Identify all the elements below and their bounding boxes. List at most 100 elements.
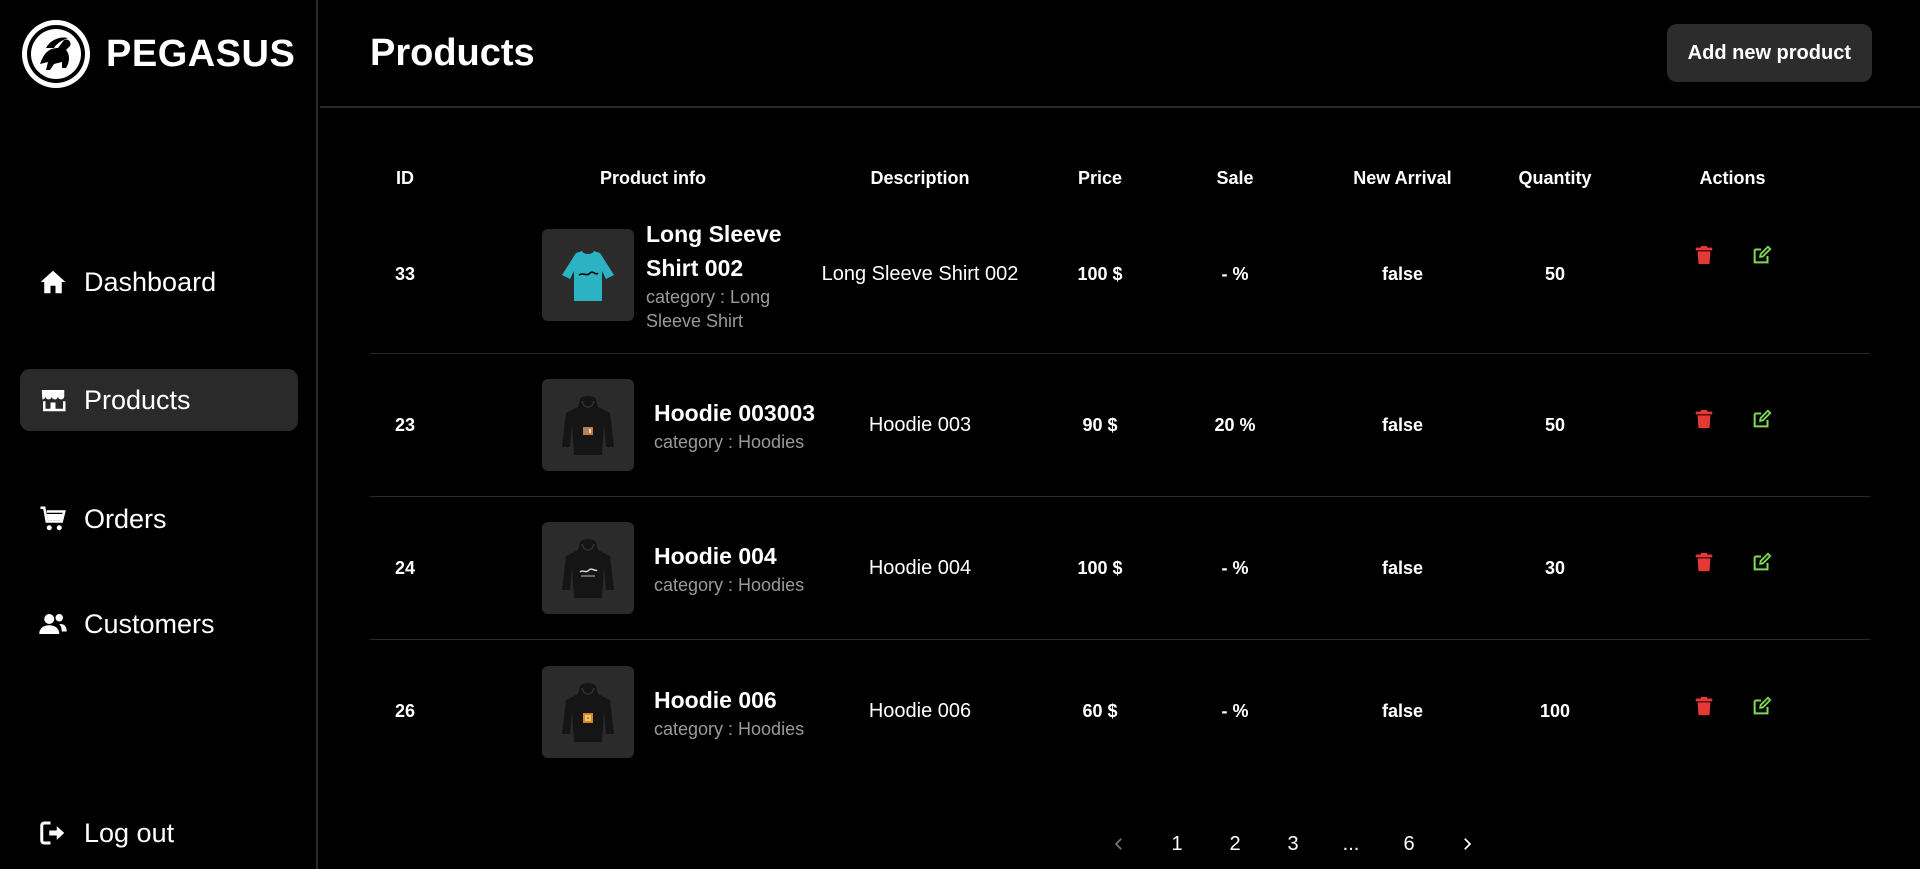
cell-id: 23 — [394, 414, 416, 435]
pagination: 1 2 3 ... 6 — [1090, 826, 1496, 862]
store-icon — [41, 390, 66, 412]
cell-new-arrival: false — [1381, 701, 1424, 721]
column-header-description: Description — [870, 167, 970, 188]
table-row[interactable]: 23 Hoodie 003003 category : Hoodies Hood… — [370, 354, 1870, 497]
logout-label: Log out — [84, 817, 175, 848]
sidebar-item-orders[interactable]: Orders — [20, 488, 298, 550]
long-sleeve-shirt-icon — [562, 250, 614, 301]
cell-quantity: 50 — [1544, 414, 1566, 435]
sidebar-item-label: Dashboard — [84, 266, 217, 297]
logout-button[interactable]: Log out — [20, 802, 298, 864]
users-icon — [39, 614, 67, 634]
sidebar-item-products[interactable]: Products — [20, 369, 298, 431]
page-button-1[interactable]: 1 — [1148, 826, 1206, 862]
main-content: Products Add new product ID Product info… — [320, 0, 1920, 869]
cell-new-arrival: false — [1381, 264, 1424, 284]
cell-sale: - % — [1221, 557, 1249, 578]
cell-price: 60 $ — [1082, 701, 1118, 721]
cell-sale: - % — [1221, 264, 1249, 284]
cell-price: 100 $ — [1077, 557, 1123, 578]
page-button-2[interactable]: 2 — [1206, 826, 1264, 862]
app: PEGASUS Dashboard Products Orders Custom… — [0, 0, 1920, 869]
product-info-text: Hoodie 004 category : Hoodies — [654, 539, 804, 597]
page-button-3[interactable]: 3 — [1264, 826, 1322, 862]
cell-actions — [1595, 405, 1870, 433]
cell-description: Hoodie 004 — [868, 556, 972, 579]
add-product-button[interactable]: Add new product — [1666, 24, 1872, 82]
product-info-text: Hoodie 003003 category : Hoodies — [654, 396, 815, 454]
cell-actions — [1595, 548, 1870, 576]
trash-icon — [1695, 409, 1712, 429]
sidebar-item-dashboard[interactable]: Dashboard — [20, 251, 298, 313]
cell-quantity: 30 — [1544, 557, 1566, 578]
edit-button[interactable] — [1748, 692, 1776, 720]
brand[interactable]: PEGASUS — [20, 18, 295, 90]
cell-new-arrival: false — [1381, 414, 1424, 435]
delete-button[interactable] — [1690, 548, 1718, 576]
products-table: ID Product info Description Price Sale N… — [370, 160, 1870, 783]
delete-button[interactable] — [1690, 692, 1718, 720]
table-row[interactable]: 33 Long Sleeve Shirt 002 category : Long… — [370, 196, 1870, 354]
cell-price: 90 $ — [1082, 414, 1118, 435]
edit-button[interactable] — [1748, 405, 1776, 433]
edit-icon — [1753, 409, 1772, 428]
cell-description: Hoodie 003 — [868, 413, 972, 436]
page-ellipsis: ... — [1342, 832, 1360, 855]
cart-icon — [40, 506, 66, 531]
cell-id: 26 — [394, 701, 416, 721]
trash-icon — [1695, 245, 1712, 264]
sidebar-item-label: Orders — [84, 503, 167, 534]
trash-icon — [1695, 696, 1712, 715]
table-row[interactable]: 26 Hoodie 006 category : Hoodies Hoodie … — [370, 640, 1870, 783]
product-category: category : Hoodies — [654, 575, 805, 595]
sidebar-item-label: Products — [84, 384, 191, 415]
column-header-sale: Sale — [1216, 167, 1254, 188]
cell-description: Long Sleeve Shirt 002 — [821, 263, 1019, 285]
page-button-6[interactable]: 6 — [1380, 826, 1438, 862]
product-category: category : Hoodies — [654, 432, 805, 452]
cell-sale: - % — [1221, 701, 1249, 721]
cell-actions — [1595, 692, 1870, 720]
product-category: category : Hoodies — [654, 718, 805, 739]
chevron-left-icon — [1114, 838, 1122, 850]
delete-button[interactable] — [1690, 405, 1718, 433]
page-title: Products — [370, 32, 535, 74]
product-info-text: Hoodie 006 category : Hoodies — [654, 683, 804, 741]
product-thumbnail — [542, 228, 634, 321]
cell-quantity: 100 — [1539, 701, 1571, 721]
edit-button[interactable] — [1748, 548, 1776, 576]
product-thumbnail — [542, 522, 634, 614]
product-title: Hoodie 006 — [654, 686, 777, 713]
delete-button[interactable] — [1690, 241, 1718, 269]
column-header-id: ID — [396, 167, 414, 188]
next-page-button[interactable] — [1438, 826, 1496, 862]
product-thumbnail — [542, 665, 634, 758]
table-row[interactable]: 24 Hoodie 004 category : Hoodies Hoodie … — [370, 497, 1870, 640]
brand-name: PEGASUS — [106, 32, 296, 75]
cell-product-info: Hoodie 006 category : Hoodies — [440, 665, 820, 758]
table-header: ID Product info Description Price Sale N… — [370, 160, 1870, 196]
column-header-quantity: Quantity — [1518, 167, 1592, 188]
sidebar: PEGASUS Dashboard Products Orders Custom… — [0, 0, 318, 869]
product-info-text: Long Sleeve Shirt 002 category : Long Sl… — [646, 217, 820, 333]
pegasus-logo-icon — [22, 20, 90, 88]
hoodie-icon — [562, 539, 614, 598]
logout-icon — [40, 821, 65, 845]
cell-product-info: Hoodie 004 category : Hoodies — [440, 522, 820, 614]
trash-icon — [1695, 552, 1712, 572]
prev-page-button[interactable] — [1090, 826, 1148, 862]
cell-quantity: 50 — [1544, 264, 1566, 284]
edit-icon — [1753, 244, 1772, 263]
column-header-actions: Actions — [1699, 167, 1766, 188]
cell-new-arrival: false — [1381, 557, 1424, 578]
cell-sale: 20 % — [1214, 414, 1256, 435]
cell-product-info: Long Sleeve Shirt 002 category : Long Sl… — [440, 217, 820, 333]
topbar: Products Add new product — [320, 0, 1920, 108]
edit-button[interactable] — [1748, 241, 1776, 269]
cell-id: 33 — [394, 264, 416, 284]
edit-icon — [1753, 695, 1772, 714]
product-title: Long Sleeve Shirt 002 — [646, 220, 782, 281]
sidebar-item-customers[interactable]: Customers — [20, 593, 298, 655]
column-header-product-info: Product info — [600, 167, 706, 188]
hoodie-icon — [562, 396, 614, 455]
